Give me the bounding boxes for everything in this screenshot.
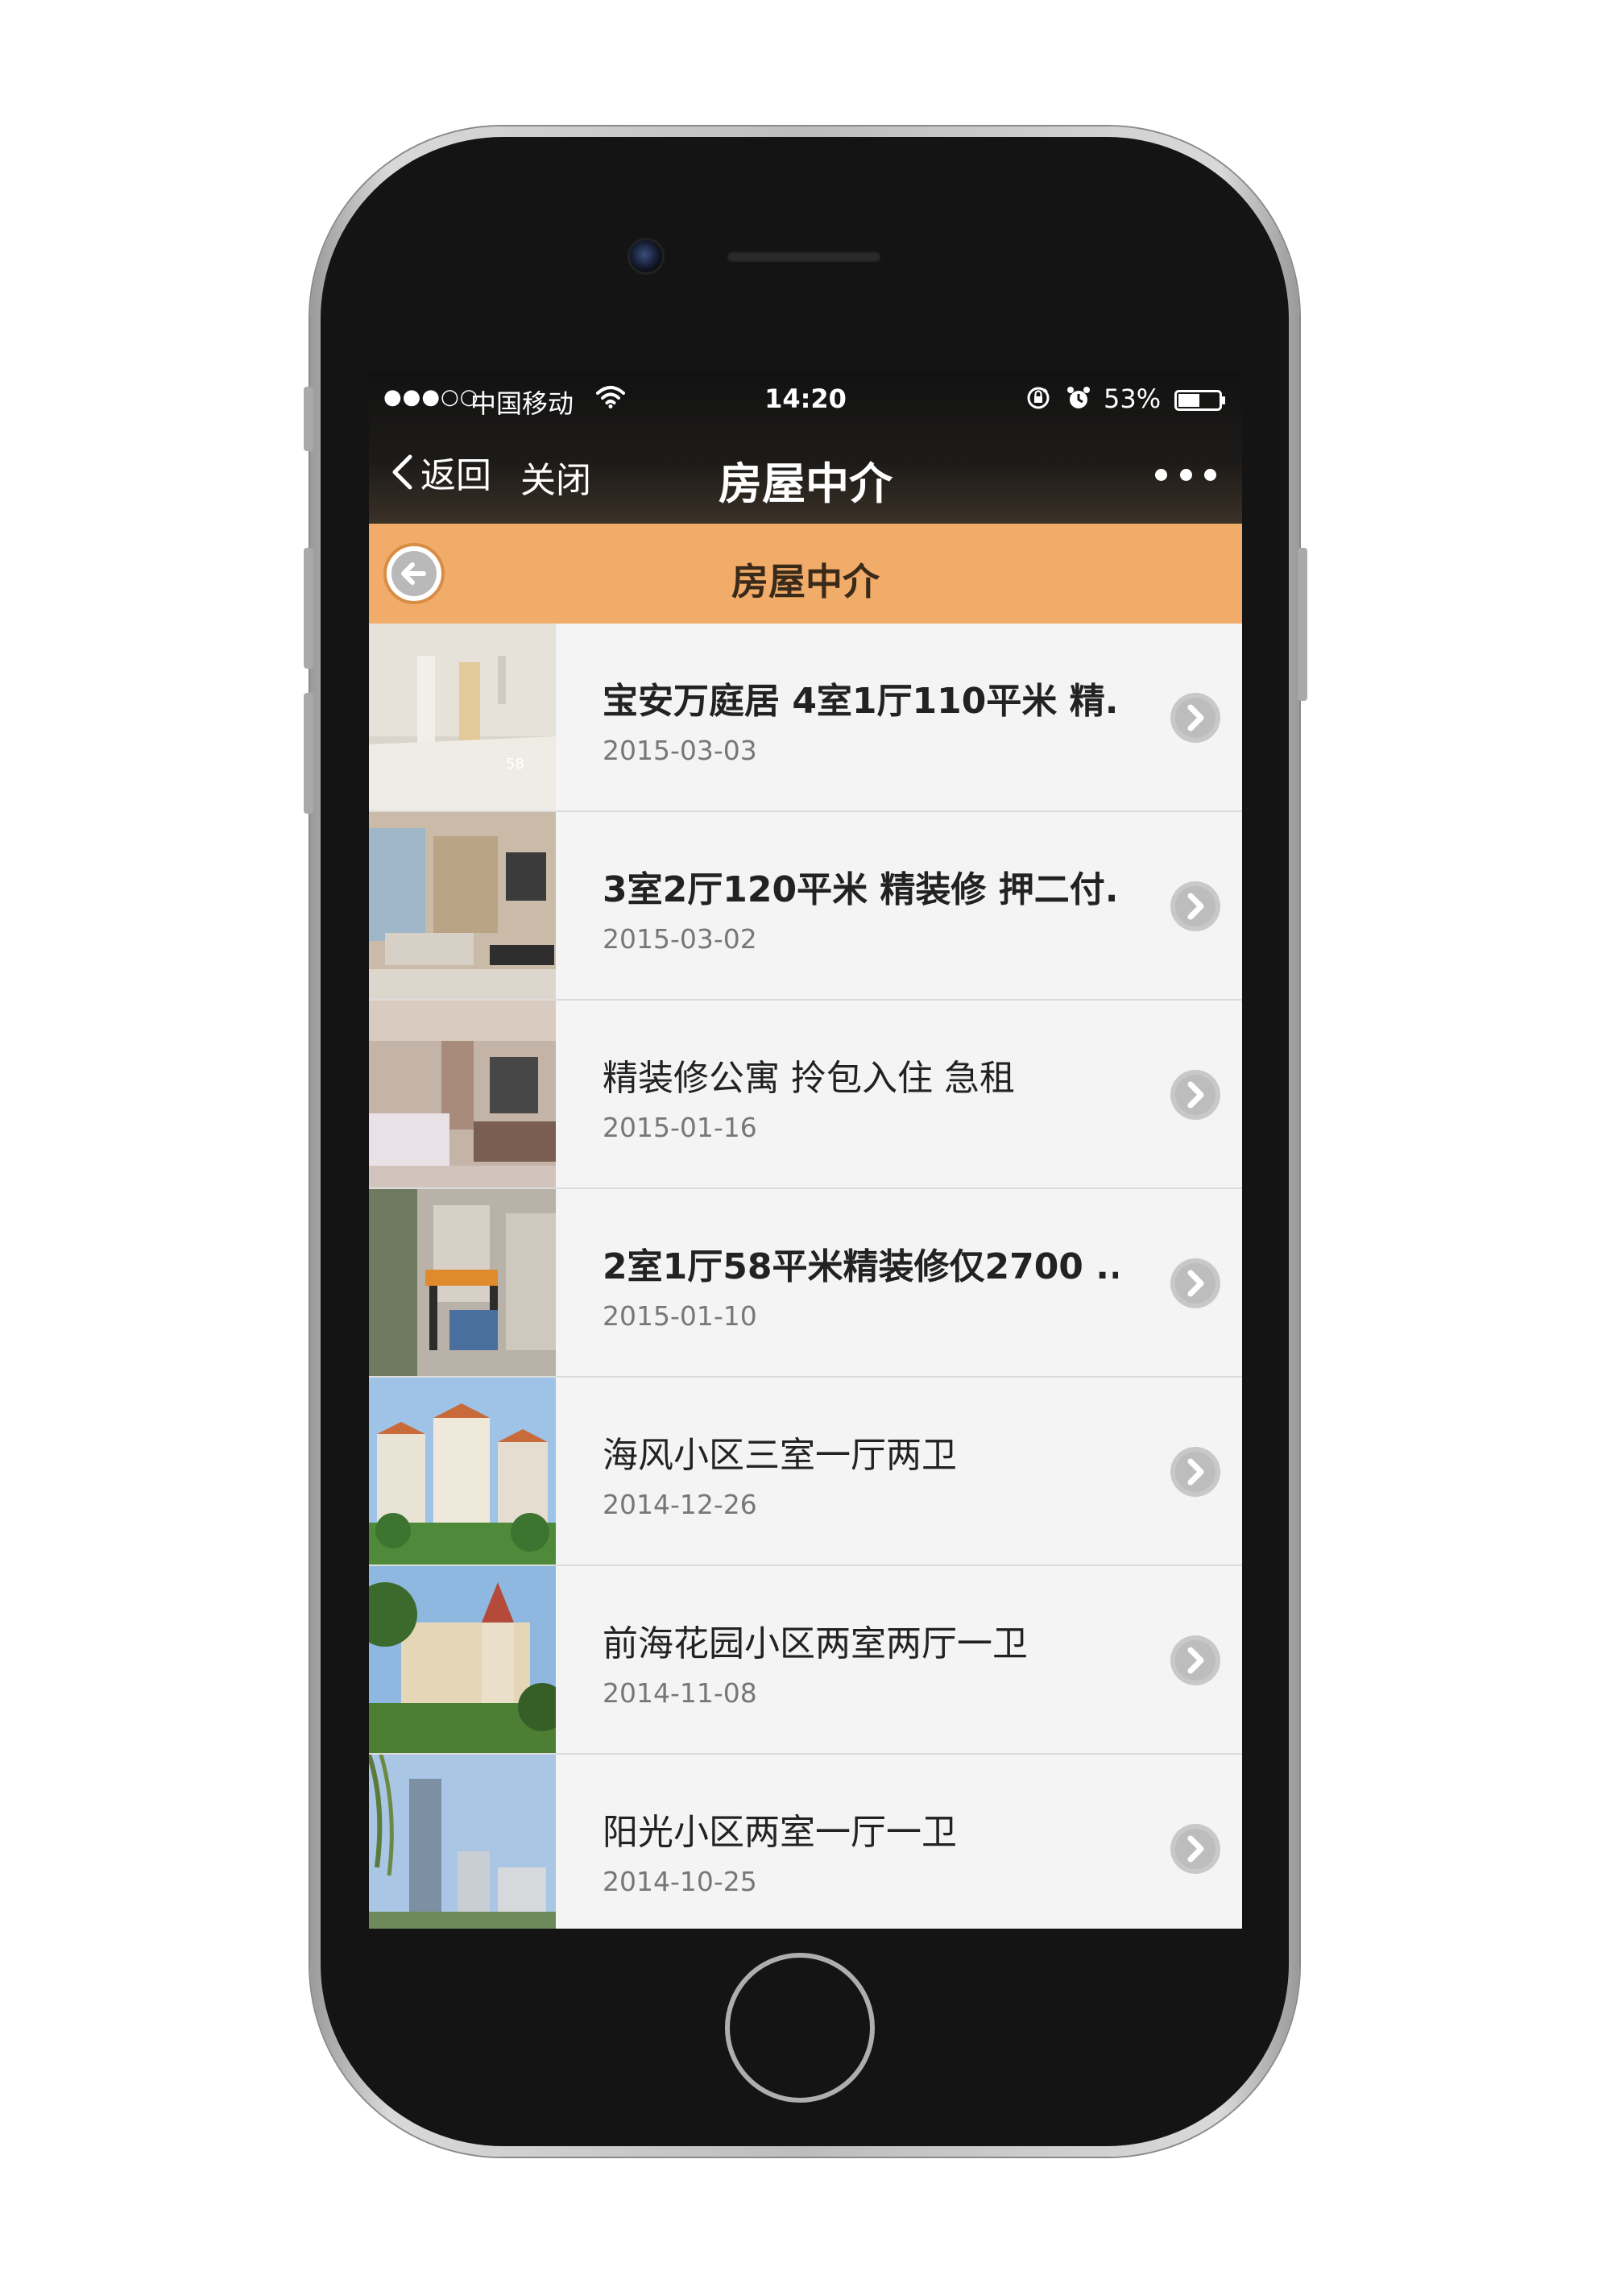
front-camera (630, 240, 662, 272)
screen: ●●●○○ 中国移动 14:20 53% 返回 关闭 房屋中介 房屋中介 58 … (369, 372, 1242, 1929)
listing-date: 2015-03-03 (603, 735, 757, 766)
top-bar: ●●●○○ 中国移动 14:20 53% 返回 关闭 房屋中介 (369, 372, 1242, 524)
list-item[interactable]: 海风小区三室一厅两卫 2014-12-26 (369, 1378, 1242, 1566)
battery-icon (1174, 390, 1225, 411)
wechat-navbar: 返回 关闭 房屋中介 (369, 425, 1242, 524)
listing-title: 海风小区三室一厅两卫 (603, 1435, 957, 1476)
listing-thumbnail: 58 (369, 624, 556, 810)
listing-date: 2015-01-10 (603, 1300, 757, 1332)
volume-down-button (304, 693, 313, 814)
listing-title: 宝安万庭居 4室1厅110平米 精... (603, 681, 1118, 722)
back-button[interactable]: 返回 (390, 450, 491, 496)
listing-title: 2室1厅58平米精装修仅2700 ... (603, 1246, 1118, 1287)
list-item[interactable]: 3室2厅120平米 精装修 押二付... 2015-03-02 (369, 812, 1242, 1001)
alarm-icon (1067, 387, 1090, 408)
listing-date: 2014-11-08 (603, 1677, 757, 1709)
listing-thumbnail (369, 1001, 556, 1187)
chevron-right-circle-icon (1170, 693, 1220, 743)
listing-thumbnail (369, 1189, 556, 1376)
list-item[interactable]: 2室1厅58平米精装修仅2700 ... 2015-01-10 (369, 1189, 1242, 1378)
listing-date: 2014-10-25 (603, 1866, 757, 1897)
volume-up-button (304, 548, 313, 669)
listing-date: 2015-03-02 (603, 923, 757, 955)
home-button[interactable] (725, 1953, 875, 2103)
status-bar: ●●●○○ 中国移动 14:20 53% (369, 372, 1242, 425)
list-item[interactable]: 阳光小区两室一厅一卫 2014-10-25 (369, 1755, 1242, 1929)
more-dots-icon[interactable] (1155, 462, 1216, 487)
earpiece-speaker (727, 251, 881, 263)
battery-percent: 53% (1104, 383, 1162, 414)
list-item[interactable]: 58 宝安万庭居 4室1厅110平米 精... 2015-03-03 (369, 624, 1242, 812)
chevron-right-circle-icon (1170, 881, 1220, 931)
chevron-right-circle-icon (1170, 1635, 1220, 1685)
listing-list: 58 宝安万庭居 4室1厅110平米 精... 2015-03-03 3室2厅1… (369, 624, 1242, 1929)
listing-date: 2015-01-16 (603, 1112, 757, 1143)
list-item[interactable]: 精装修公寓 拎包入住 急租 2015-01-16 (369, 1001, 1242, 1189)
chevron-right-circle-icon (1170, 1824, 1220, 1874)
chevron-right-circle-icon (1170, 1447, 1220, 1497)
listing-thumbnail (369, 1378, 556, 1565)
navbar-title: 房屋中介 (719, 458, 892, 509)
rotation-lock-icon (1027, 387, 1050, 409)
svg-text:58: 58 (506, 756, 524, 773)
page-title: 房屋中介 (731, 560, 880, 603)
back-button-label: 返回 (420, 455, 491, 496)
chevron-right-circle-icon (1170, 1258, 1220, 1308)
listing-title: 3室2厅120平米 精装修 押二付... (603, 869, 1118, 910)
listing-title: 精装修公寓 拎包入住 急租 (603, 1058, 1015, 1099)
page: ●●●○○ 中国移动 14:20 53% 返回 关闭 房屋中介 房屋中介 58 … (0, 0, 1611, 2296)
dot (1204, 468, 1216, 481)
listing-thumbnail (369, 1755, 556, 1929)
listing-thumbnail (369, 1566, 556, 1753)
page-header: 房屋中介 (369, 524, 1242, 624)
listing-thumbnail (369, 812, 556, 999)
power-button (1298, 548, 1307, 701)
listing-title: 阳光小区两室一厅一卫 (603, 1812, 957, 1853)
dot (1155, 468, 1167, 481)
mute-switch (304, 387, 313, 451)
chevron-left-icon (392, 454, 412, 490)
dot (1179, 468, 1192, 481)
close-button[interactable]: 关闭 (520, 451, 591, 503)
listing-title: 前海花园小区两室两厅一卫 (603, 1623, 1028, 1664)
chevron-right-circle-icon (1170, 1070, 1220, 1120)
listing-date: 2014-12-26 (603, 1489, 757, 1520)
list-item[interactable]: 前海花园小区两室两厅一卫 2014-11-08 (369, 1566, 1242, 1755)
